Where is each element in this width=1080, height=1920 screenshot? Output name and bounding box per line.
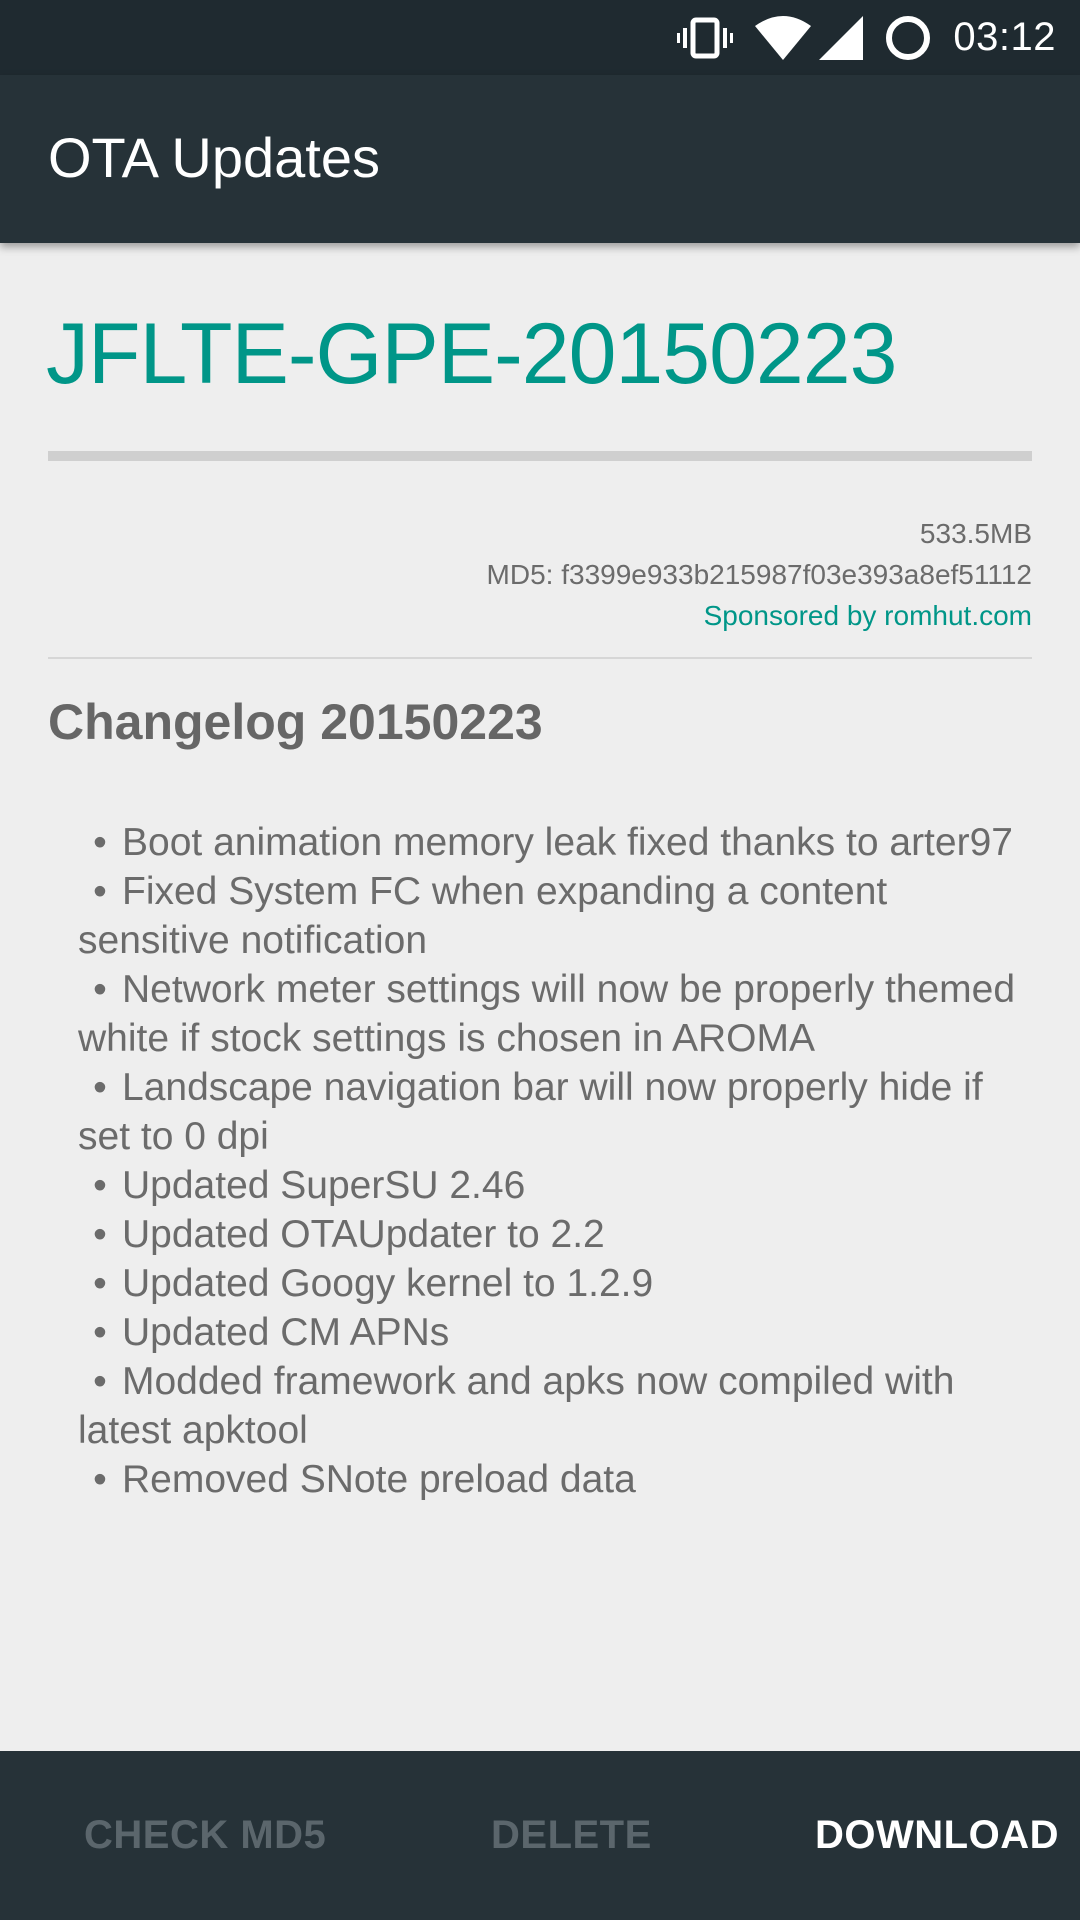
list-item: • Fixed System FC when expanding a conten… <box>78 870 888 962</box>
vibrate-icon <box>677 16 734 60</box>
list-item: • Network meter settings will now be prop… <box>78 968 1016 1060</box>
cell-signal-icon <box>819 15 864 60</box>
build-name: JFLTE-GPE-20150223 <box>46 306 897 402</box>
wifi-icon <box>755 15 812 60</box>
app-title: OTA Updates <box>48 126 381 189</box>
changelog-title: Changelog 20150223 <box>48 694 543 750</box>
sponsor-link[interactable]: Sponsored by romhut.com <box>487 595 1032 636</box>
download-button[interactable]: DOWNLOAD <box>815 1751 1059 1920</box>
changelog-list: • Boot animation memory leak fixed thanks… <box>78 818 1038 1504</box>
divider <box>48 657 1032 659</box>
list-item: • Boot animation memory leak fixed thanks… <box>93 821 1013 864</box>
list-item: • Landscape navigation bar will now prope… <box>78 1066 983 1158</box>
action-bar: CHECK MD5 DELETE DOWNLOAD <box>0 1751 1080 1920</box>
list-item: • Removed SNote preload data <box>93 1458 636 1501</box>
list-item: • Updated Googy kernel to 1.2.9 <box>93 1262 654 1305</box>
md5-hash: MD5: f3399e933b215987f03e393a8ef51112 <box>486 559 1032 590</box>
delete-button[interactable]: DELETE <box>491 1751 652 1920</box>
check-md5-button[interactable]: CHECK MD5 <box>84 1751 326 1920</box>
app-bar: OTA Updates <box>0 75 1080 243</box>
update-details: JFLTE-GPE-20150223 533.5MB MD5: f3399e93… <box>0 243 1080 1751</box>
update-meta: 533.5MB MD5: f3399e933b215987f03e393a8ef… <box>487 513 1032 636</box>
status-bar: 03:12 <box>0 0 1080 75</box>
list-item: • Updated CM APNs <box>93 1311 450 1354</box>
file-size: 533.5MB <box>919 518 1032 549</box>
list-item: • Updated SuperSU 2.46 <box>93 1164 526 1207</box>
circle-icon <box>885 15 931 61</box>
list-item: • Updated OTAUpdater to 2.2 <box>93 1213 605 1256</box>
list-item: • Modded framework and apks now compiled … <box>78 1360 955 1452</box>
clock: 03:12 <box>953 15 1056 59</box>
download-progress-bar <box>48 451 1032 461</box>
